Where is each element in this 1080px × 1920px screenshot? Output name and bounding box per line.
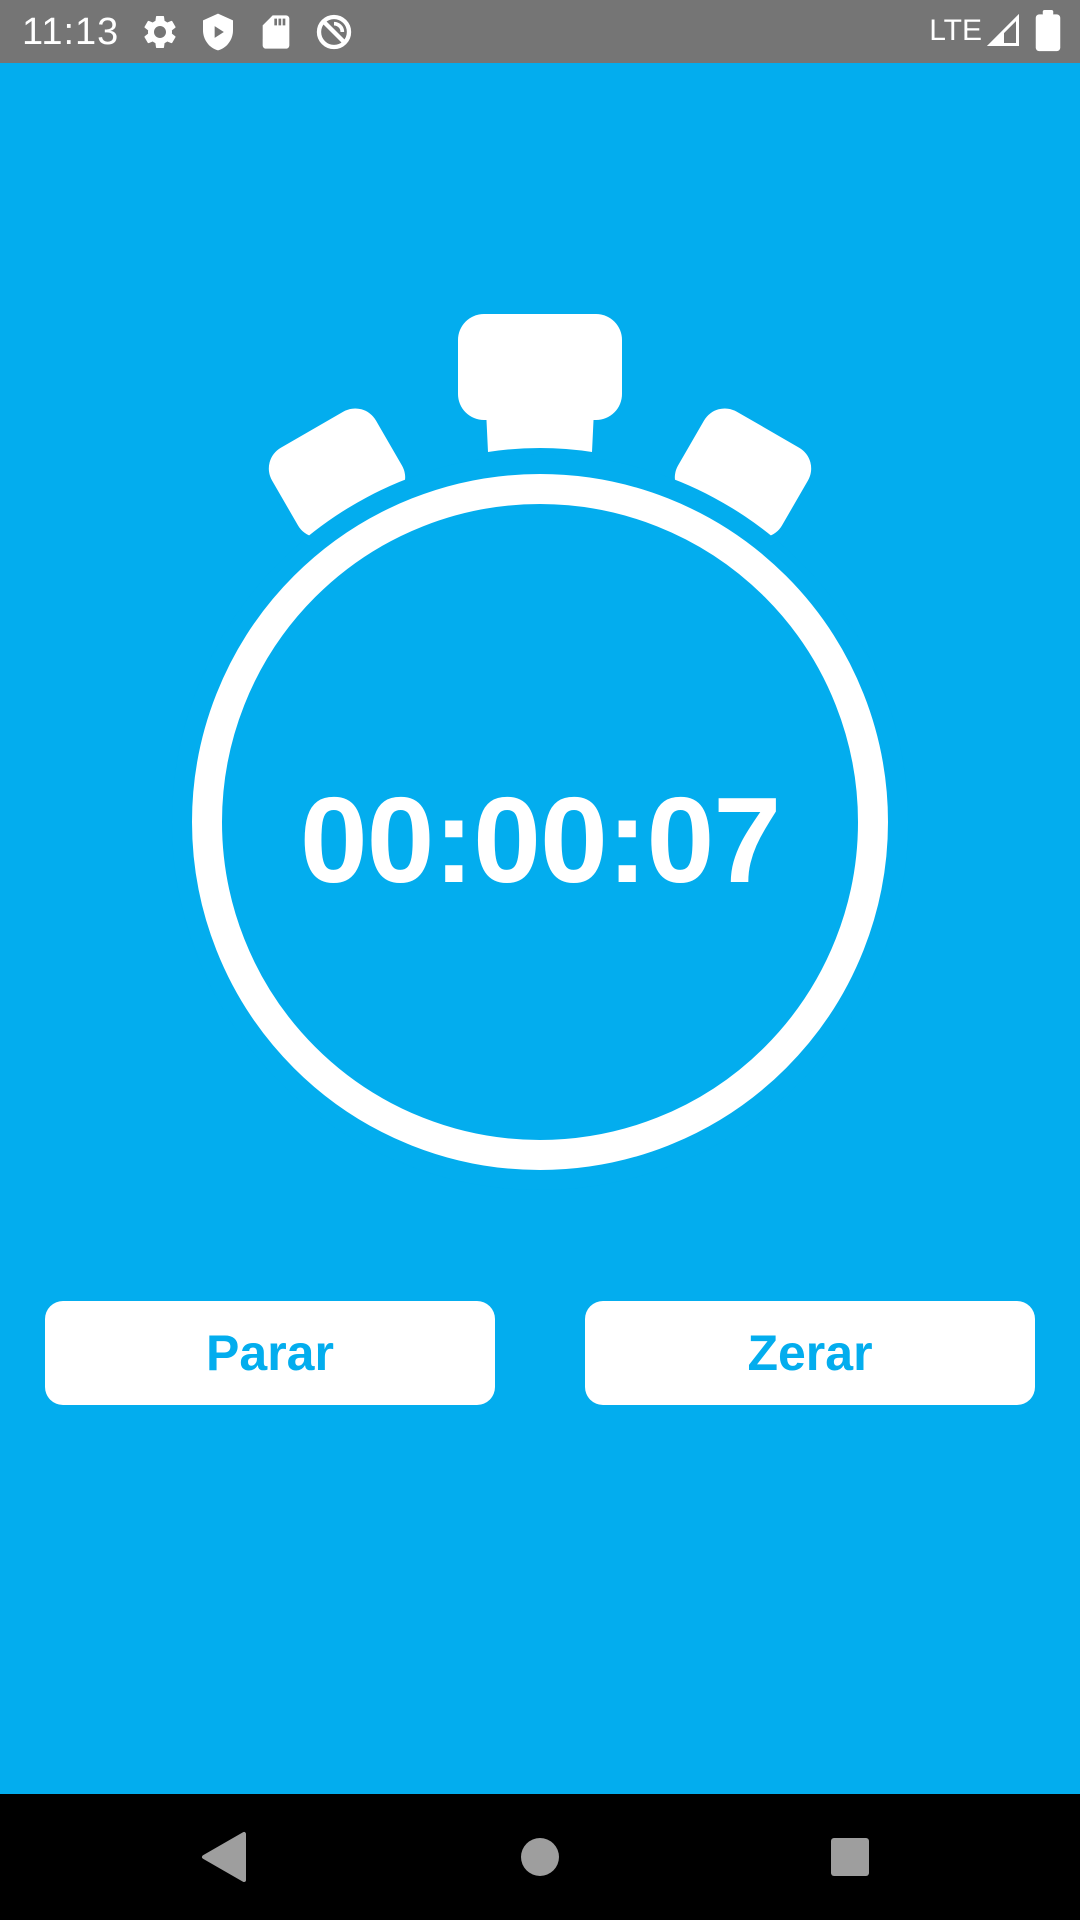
stopwatch-stem	[486, 410, 594, 452]
reset-button[interactable]: Zerar	[585, 1301, 1035, 1405]
timer-display: 00:00:07	[299, 772, 781, 908]
stopwatch-screen: 11:13 LTE 00:00:07 Parar Zerar	[0, 0, 1080, 1920]
back-icon[interactable]	[190, 1822, 260, 1892]
recents-icon[interactable]	[815, 1822, 885, 1892]
stopwatch-graphic	[172, 314, 908, 1190]
home-icon[interactable]	[505, 1822, 575, 1892]
stopwatch-crown	[458, 314, 622, 420]
navigation-bar	[0, 1794, 1080, 1920]
stop-button[interactable]: Parar	[45, 1301, 495, 1405]
